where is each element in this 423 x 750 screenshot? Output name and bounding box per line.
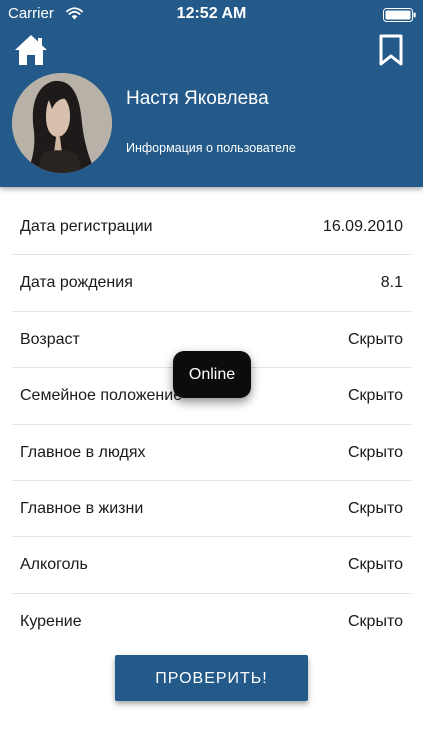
row-label: Алкоголь: [20, 556, 88, 574]
row-label: Курение: [20, 612, 82, 630]
avatar[interactable]: [12, 73, 112, 173]
row-label: Главное в людях: [20, 443, 146, 461]
row-label: Дата регистрации: [20, 218, 153, 235]
info-row-smoking: Курение Скрыто: [12, 594, 411, 649]
row-label: Дата рождения: [20, 274, 133, 292]
row-value: 16.09.2010: [322, 218, 403, 235]
row-value: Скрыто: [348, 499, 403, 517]
info-row-main-in-life: Главное в жизни Скрыто: [12, 481, 411, 538]
row-value: Скрыто: [348, 612, 403, 630]
avatar-photo: [12, 73, 112, 173]
row-value: Скрыто: [348, 387, 403, 405]
row-value: 8.1: [380, 274, 403, 292]
user-info-list: Дата регистрации 16.09.2010 Дата рождени…: [0, 199, 423, 649]
row-label: Семейное положение: [20, 387, 183, 405]
status-time: 12:52 AM: [176, 5, 247, 22]
row-value: Скрыто: [348, 443, 403, 461]
info-row-alcohol: Алкоголь Скрыто: [12, 537, 411, 594]
info-row-birth-date: Дата рождения 8.1: [12, 255, 411, 312]
check-button[interactable]: ПРОВЕРИТЬ!: [115, 655, 308, 701]
row-value: Скрыто: [348, 330, 403, 348]
row-value: Скрыто: [348, 556, 403, 574]
status-bar: Carrier 12:52 AM: [0, 0, 423, 28]
bookmark-icon[interactable]: [377, 33, 405, 67]
info-row-registration-date: Дата регистрации 16.09.2010: [12, 199, 411, 256]
row-label: Главное в жизни: [20, 499, 144, 517]
user-name: Настя Яковлева: [126, 88, 269, 109]
online-status-toast: Online: [173, 351, 251, 398]
profile-header: Carrier 12:52 AM Настя Яковлева Информац…: [0, 0, 423, 187]
battery-icon: [383, 8, 416, 22]
home-icon[interactable]: [13, 33, 49, 67]
info-row-main-in-people: Главное в людях Скрыто: [12, 425, 411, 481]
user-info-subtitle: Информация о пользователе: [126, 141, 296, 155]
row-label: Возраст: [20, 330, 80, 348]
